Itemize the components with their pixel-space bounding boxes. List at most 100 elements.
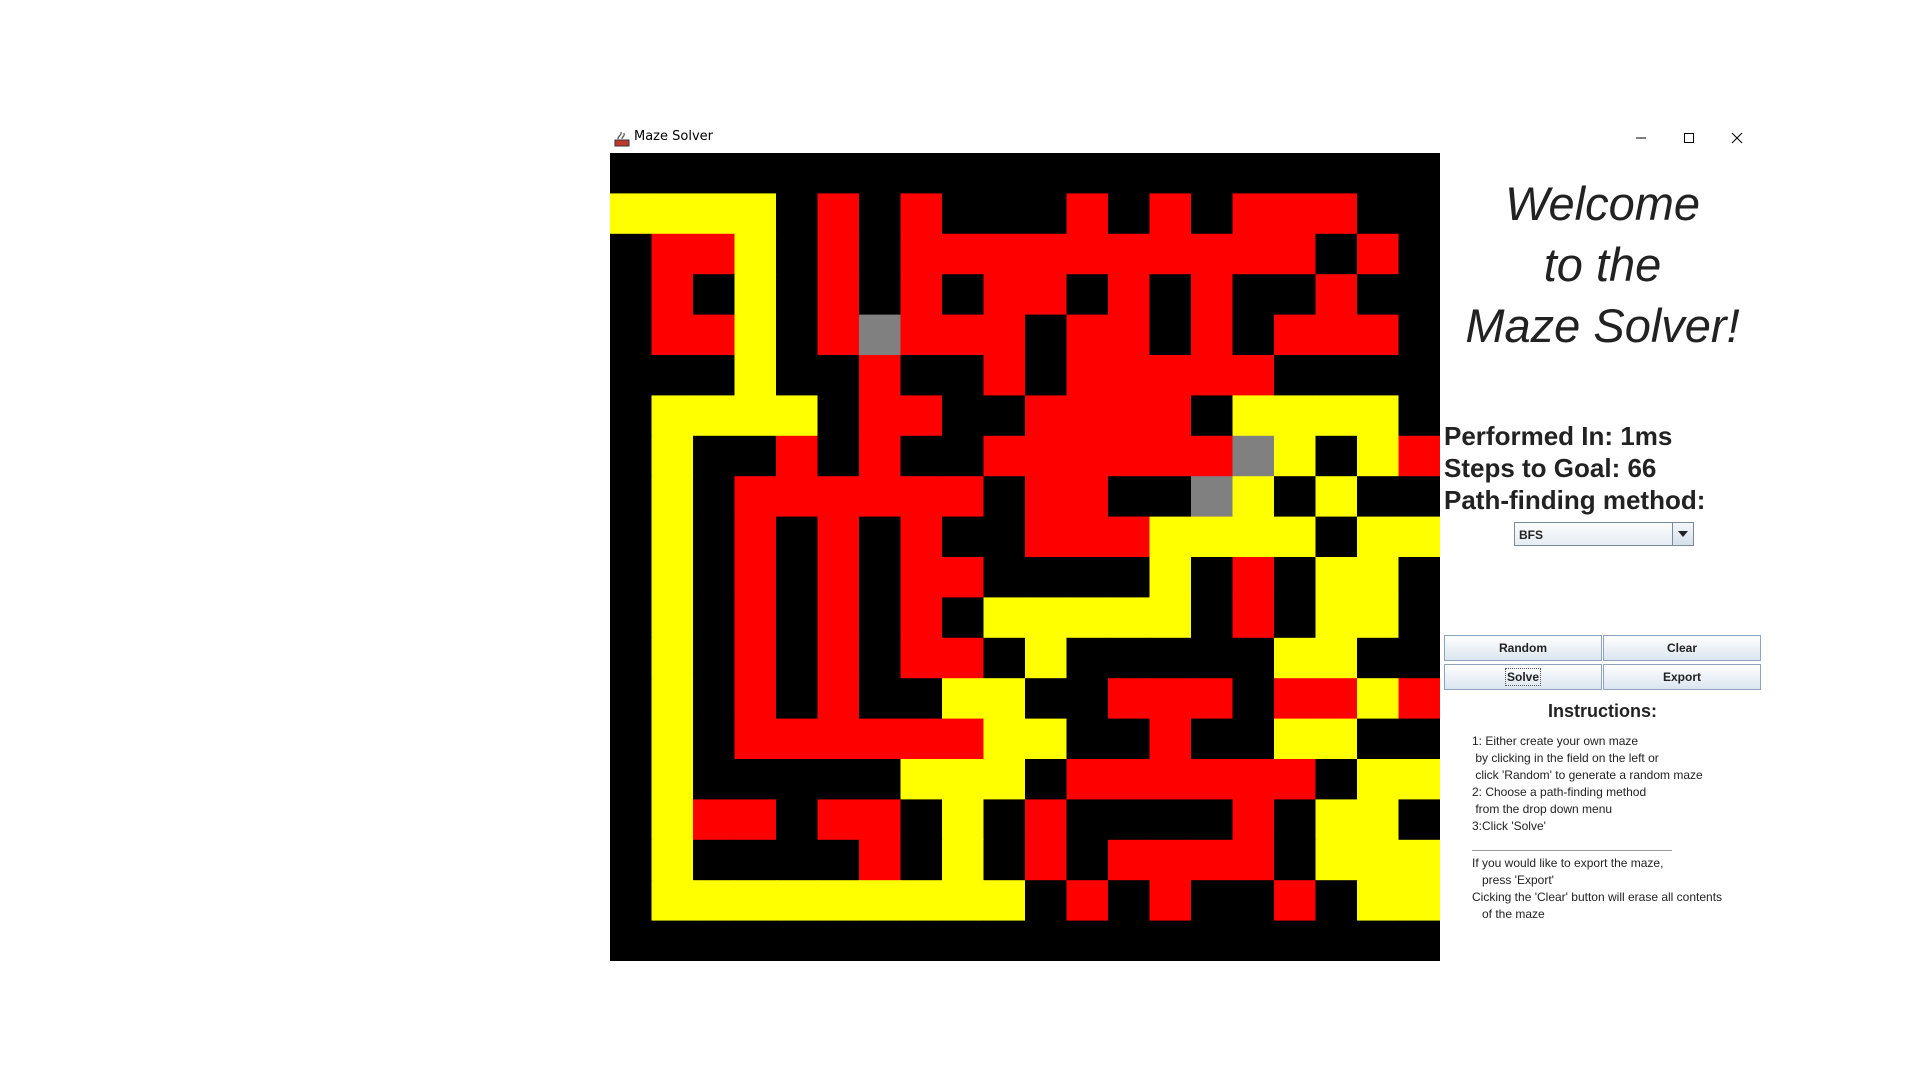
maze-cell[interactable] — [1025, 153, 1068, 194]
maze-cell[interactable] — [1025, 314, 1068, 356]
maze-cell[interactable] — [817, 233, 860, 275]
maze-cell[interactable] — [1315, 233, 1358, 275]
maze-cell[interactable] — [1149, 799, 1192, 841]
maze-cell[interactable] — [1315, 193, 1358, 235]
maze-cell[interactable] — [1274, 233, 1317, 275]
maze-cell[interactable] — [1149, 920, 1192, 961]
maze-cell[interactable] — [817, 355, 860, 396]
maze-cell[interactable] — [1025, 637, 1068, 679]
maze-cell[interactable] — [942, 557, 985, 598]
maze-cell[interactable] — [1315, 799, 1358, 841]
maze-cell[interactable] — [1066, 314, 1109, 356]
maze-cell[interactable] — [610, 193, 653, 235]
maze-cell[interactable] — [1274, 920, 1317, 961]
maze-cell[interactable] — [942, 637, 985, 679]
maze-cell[interactable] — [1357, 395, 1400, 437]
maze-cell[interactable] — [1149, 476, 1192, 518]
maze-cell[interactable] — [734, 678, 777, 720]
maze-cell[interactable] — [900, 516, 943, 558]
maze-cell[interactable] — [900, 880, 943, 922]
maze-cell[interactable] — [610, 476, 653, 518]
maze-cell[interactable] — [1232, 920, 1275, 961]
maze-cell[interactable] — [693, 476, 736, 518]
maze-cell[interactable] — [1274, 355, 1317, 396]
maze-cell[interactable] — [1398, 274, 1441, 316]
maze-cell[interactable] — [610, 597, 653, 639]
maze-cell[interactable] — [900, 435, 943, 477]
maze-cell[interactable] — [859, 233, 902, 275]
maze-cell[interactable] — [817, 920, 860, 961]
maze-cell[interactable] — [1149, 435, 1192, 477]
maze-cell[interactable] — [651, 435, 694, 477]
random-button[interactable]: Random — [1444, 635, 1602, 661]
maze-cell[interactable] — [859, 435, 902, 477]
maze-cell[interactable] — [610, 920, 653, 961]
maze-cell[interactable] — [1315, 597, 1358, 639]
maze-cell[interactable] — [942, 759, 985, 800]
maze-cell[interactable] — [817, 799, 860, 841]
maze-cell[interactable] — [610, 516, 653, 558]
maze-cell[interactable] — [1066, 718, 1109, 760]
maze-cell[interactable] — [1357, 799, 1400, 841]
maze-cell[interactable] — [734, 476, 777, 518]
maze-cell[interactable] — [1357, 880, 1400, 922]
maze-cell[interactable] — [1191, 678, 1234, 720]
maze-cell[interactable] — [1025, 516, 1068, 558]
maximize-button[interactable] — [1665, 123, 1713, 153]
maze-cell[interactable] — [1274, 516, 1317, 558]
maze-cell[interactable] — [1066, 678, 1109, 720]
maze-cell[interactable] — [1274, 274, 1317, 316]
maze-cell[interactable] — [1108, 476, 1151, 518]
maze-cell[interactable] — [1025, 274, 1068, 316]
maze-cell[interactable] — [693, 799, 736, 841]
maze-cell[interactable] — [1232, 557, 1275, 598]
maze-cell[interactable] — [1357, 637, 1400, 679]
maze-cell[interactable] — [693, 880, 736, 922]
maze-cell[interactable] — [942, 718, 985, 760]
maze-cell[interactable] — [859, 153, 902, 194]
maze-cell[interactable] — [859, 839, 902, 881]
minimize-button[interactable] — [1617, 123, 1665, 153]
maze-cell[interactable] — [817, 516, 860, 558]
maze-cell[interactable] — [1191, 395, 1234, 437]
maze-cell[interactable] — [1357, 516, 1400, 558]
maze-cell[interactable] — [1191, 274, 1234, 316]
maze-cell[interactable] — [1149, 193, 1192, 235]
maze-cell[interactable] — [1232, 678, 1275, 720]
maze-cell[interactable] — [651, 678, 694, 720]
maze-cell[interactable] — [1398, 516, 1441, 558]
maze-cell[interactable] — [1398, 799, 1441, 841]
maze-cell[interactable] — [900, 557, 943, 598]
maze-cell[interactable] — [1357, 193, 1400, 235]
maze-cell[interactable] — [1357, 678, 1400, 720]
maze-cell[interactable] — [776, 516, 819, 558]
maze-cell[interactable] — [734, 153, 777, 194]
maze-cell[interactable] — [610, 274, 653, 316]
maze-cell[interactable] — [734, 314, 777, 356]
maze-cell[interactable] — [1108, 637, 1151, 679]
maze-cell[interactable] — [651, 193, 694, 235]
maze-cell[interactable] — [1025, 920, 1068, 961]
maze-cell[interactable] — [610, 153, 653, 194]
maze-cell[interactable] — [651, 153, 694, 194]
maze-cell[interactable] — [1066, 920, 1109, 961]
maze-cell[interactable] — [1108, 153, 1151, 194]
maze-cell[interactable] — [1108, 557, 1151, 598]
maze-cell[interactable] — [859, 314, 902, 356]
maze-cell[interactable] — [1315, 153, 1358, 194]
maze-cell[interactable] — [610, 435, 653, 477]
maze-cell[interactable] — [734, 637, 777, 679]
maze-cell[interactable] — [1108, 759, 1151, 800]
maze-cell[interactable] — [1149, 274, 1192, 316]
maze-cell[interactable] — [693, 395, 736, 437]
maze-cell[interactable] — [942, 193, 985, 235]
maze-cell[interactable] — [817, 193, 860, 235]
maze-cell[interactable] — [983, 274, 1026, 316]
maze-cell[interactable] — [1025, 678, 1068, 720]
maze-cell[interactable] — [859, 799, 902, 841]
maze-cell[interactable] — [1108, 435, 1151, 477]
maze-cell[interactable] — [1274, 799, 1317, 841]
maze-cell[interactable] — [1149, 718, 1192, 760]
maze-cell[interactable] — [693, 920, 736, 961]
maze-cell[interactable] — [1108, 193, 1151, 235]
